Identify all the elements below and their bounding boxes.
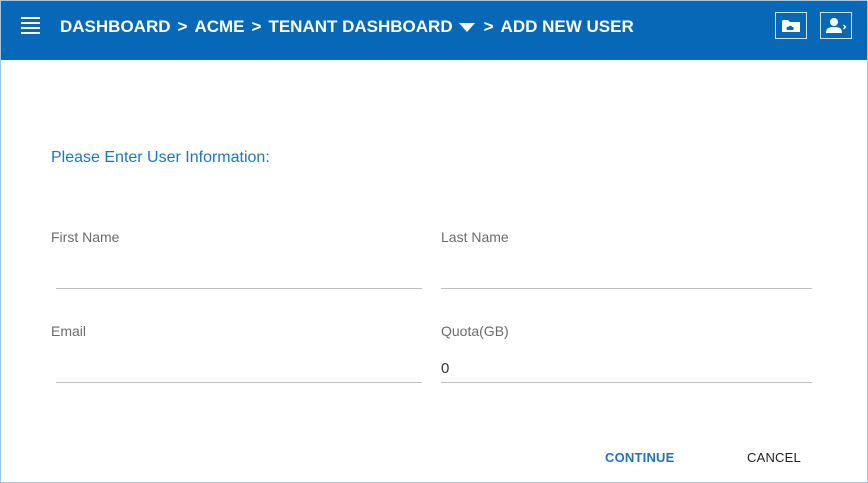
caret-down-icon[interactable]	[458, 22, 475, 32]
cloud-folder-icon	[782, 19, 800, 32]
menu-icon[interactable]	[21, 17, 40, 34]
breadcrumb-acme[interactable]: ACME	[194, 17, 244, 37]
top-bar: DASHBOARD > ACME > TENANT DASHBOARD > AD…	[1, 1, 867, 60]
quota-field[interactable]	[441, 354, 812, 383]
last-name-label: Last Name	[441, 229, 509, 245]
first-name-label: First Name	[51, 229, 120, 245]
breadcrumb-dashboard[interactable]: DASHBOARD	[60, 17, 171, 37]
quota-label: Quota(GB)	[441, 323, 509, 339]
continue-button[interactable]: CONTINUE	[605, 450, 675, 465]
breadcrumb-separator: >	[251, 17, 262, 36]
form-heading: Please Enter User Information:	[51, 149, 270, 166]
breadcrumb-separator: >	[177, 17, 188, 36]
first-name-field[interactable]	[56, 260, 422, 289]
breadcrumb-separator: >	[483, 17, 494, 36]
cancel-button[interactable]: CANCEL	[747, 450, 801, 465]
cloud-folder-button[interactable]	[775, 12, 807, 39]
email-field[interactable]	[56, 354, 422, 383]
breadcrumb-add-new-user: ADD NEW USER	[500, 17, 634, 36]
user-account-icon	[826, 17, 847, 33]
dialog-frame	[0, 0, 868, 483]
user-account-button[interactable]	[820, 12, 852, 39]
breadcrumb: DASHBOARD > ACME > TENANT DASHBOARD > AD…	[60, 16, 634, 38]
email-label: Email	[51, 323, 87, 339]
breadcrumb-tenant-dashboard[interactable]: TENANT DASHBOARD	[268, 17, 452, 37]
last-name-field[interactable]	[441, 260, 812, 289]
